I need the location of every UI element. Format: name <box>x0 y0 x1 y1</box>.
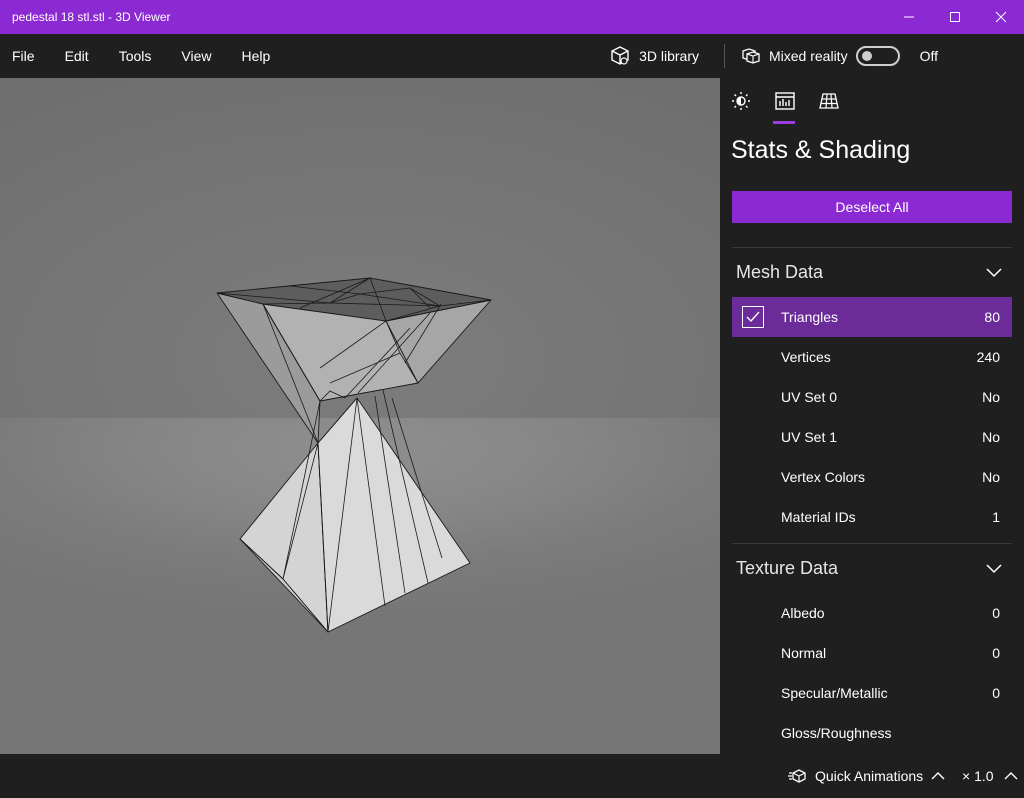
chevron-up-icon <box>931 772 945 780</box>
stat-label: Normal <box>781 645 827 661</box>
chevron-down-icon <box>986 563 1002 573</box>
deselect-all-button[interactable]: Deselect All <box>732 191 1012 223</box>
stat-value: 80 <box>984 309 1000 325</box>
close-button[interactable] <box>978 0 1024 34</box>
close-icon <box>995 11 1007 23</box>
texture-data-title: Texture Data <box>736 558 839 578</box>
stat-row-uv-set-1[interactable]: UV Set 1 No <box>732 417 1012 457</box>
3d-viewport[interactable] <box>0 78 720 754</box>
maximize-button[interactable] <box>932 0 978 34</box>
menu-tools[interactable]: Tools <box>107 48 152 64</box>
menu-bar: File Edit Tools View Help 3D library Mix… <box>0 34 1024 78</box>
stat-row-triangles[interactable]: Triangles 80 <box>732 297 1012 337</box>
stat-row-specular-metallic[interactable]: Specular/Metallic 0 <box>732 673 1012 713</box>
stat-row-material-ids[interactable]: Material IDs 1 <box>732 497 1012 537</box>
tab-lighting[interactable] <box>730 90 752 124</box>
chevron-up-icon <box>1004 772 1018 780</box>
menu-file[interactable]: File <box>0 48 35 64</box>
title-bar: pedestal 18 stl.stl - 3D Viewer <box>0 0 1024 34</box>
stat-value: No <box>982 389 1000 405</box>
lighting-icon <box>732 92 750 110</box>
tab-grid[interactable] <box>818 90 840 124</box>
tab-stats[interactable] <box>773 90 796 124</box>
stat-row-gloss-roughness[interactable]: Gloss/Roughness <box>732 713 1012 753</box>
stat-label: Specular/Metallic <box>781 685 888 701</box>
stats-icon <box>775 92 795 110</box>
stat-value: 0 <box>992 645 1000 661</box>
stat-label: Albedo <box>781 605 825 621</box>
panel-tabs <box>720 78 1024 128</box>
minimize-icon <box>904 16 914 18</box>
stat-value: No <box>982 429 1000 445</box>
mixed-reality-icon <box>742 48 760 64</box>
animation-speed-control[interactable]: × 1.0 <box>962 768 1018 784</box>
stat-label: Vertex Colors <box>781 469 866 485</box>
quick-animations-button[interactable]: Quick Animations <box>787 768 945 784</box>
maximize-icon <box>950 12 960 22</box>
texture-data-header[interactable]: Texture Data <box>732 543 1012 593</box>
stat-label: Material IDs <box>781 509 856 525</box>
mesh-data-title: Mesh Data <box>736 262 824 282</box>
mixed-reality-control[interactable]: Mixed reality Off <box>741 46 1024 66</box>
quick-animations-label: Quick Animations <box>815 768 924 784</box>
status-bar: Quick Animations × 1.0 <box>0 754 1024 798</box>
stat-value: 1 <box>992 509 1000 525</box>
stat-label: Vertices <box>781 349 831 365</box>
stats-panel: Stats & Shading Deselect All Mesh Data T… <box>720 78 1024 754</box>
stat-label: UV Set 0 <box>781 389 838 405</box>
stat-value: 240 <box>976 349 1000 365</box>
window-title: pedestal 18 stl.stl - 3D Viewer <box>12 10 171 24</box>
mixed-reality-label: Mixed reality <box>768 48 848 64</box>
stat-label: Triangles <box>781 309 839 325</box>
chevron-down-icon <box>986 267 1002 277</box>
mixed-reality-toggle[interactable] <box>855 46 900 66</box>
stat-label: UV Set 1 <box>781 429 838 445</box>
stat-row-vertex-colors[interactable]: Vertex Colors No <box>732 457 1012 497</box>
stat-row-albedo[interactable]: Albedo 0 <box>732 593 1012 633</box>
3d-library-button[interactable]: 3D library <box>609 45 699 67</box>
menu-edit[interactable]: Edit <box>53 48 89 64</box>
stat-value: 0 <box>992 605 1000 621</box>
mixed-reality-state: Off <box>919 48 938 64</box>
checkbox[interactable] <box>742 306 764 328</box>
mesh-data-header[interactable]: Mesh Data <box>732 247 1012 297</box>
checkmark-icon <box>746 311 760 323</box>
animation-cube-icon <box>788 769 806 783</box>
stat-row-normal[interactable]: Normal 0 <box>732 633 1012 673</box>
menu-divider <box>723 44 725 68</box>
cube-icon <box>611 46 629 65</box>
speed-label: × 1.0 <box>962 768 994 784</box>
menu-help[interactable]: Help <box>229 48 270 64</box>
stat-value: No <box>982 469 1000 485</box>
panel-title: Stats & Shading <box>731 136 911 164</box>
menu-view[interactable]: View <box>169 48 211 64</box>
stat-row-uv-set-0[interactable]: UV Set 0 No <box>732 377 1012 417</box>
minimize-button[interactable] <box>886 0 932 34</box>
stat-label: Gloss/Roughness <box>781 725 892 741</box>
grid-icon <box>819 93 839 109</box>
stat-value: 0 <box>992 685 1000 701</box>
3d-library-label: 3D library <box>639 48 699 64</box>
stat-row-vertices[interactable]: Vertices 240 <box>732 337 1012 377</box>
pedestal-model[interactable] <box>0 78 720 754</box>
